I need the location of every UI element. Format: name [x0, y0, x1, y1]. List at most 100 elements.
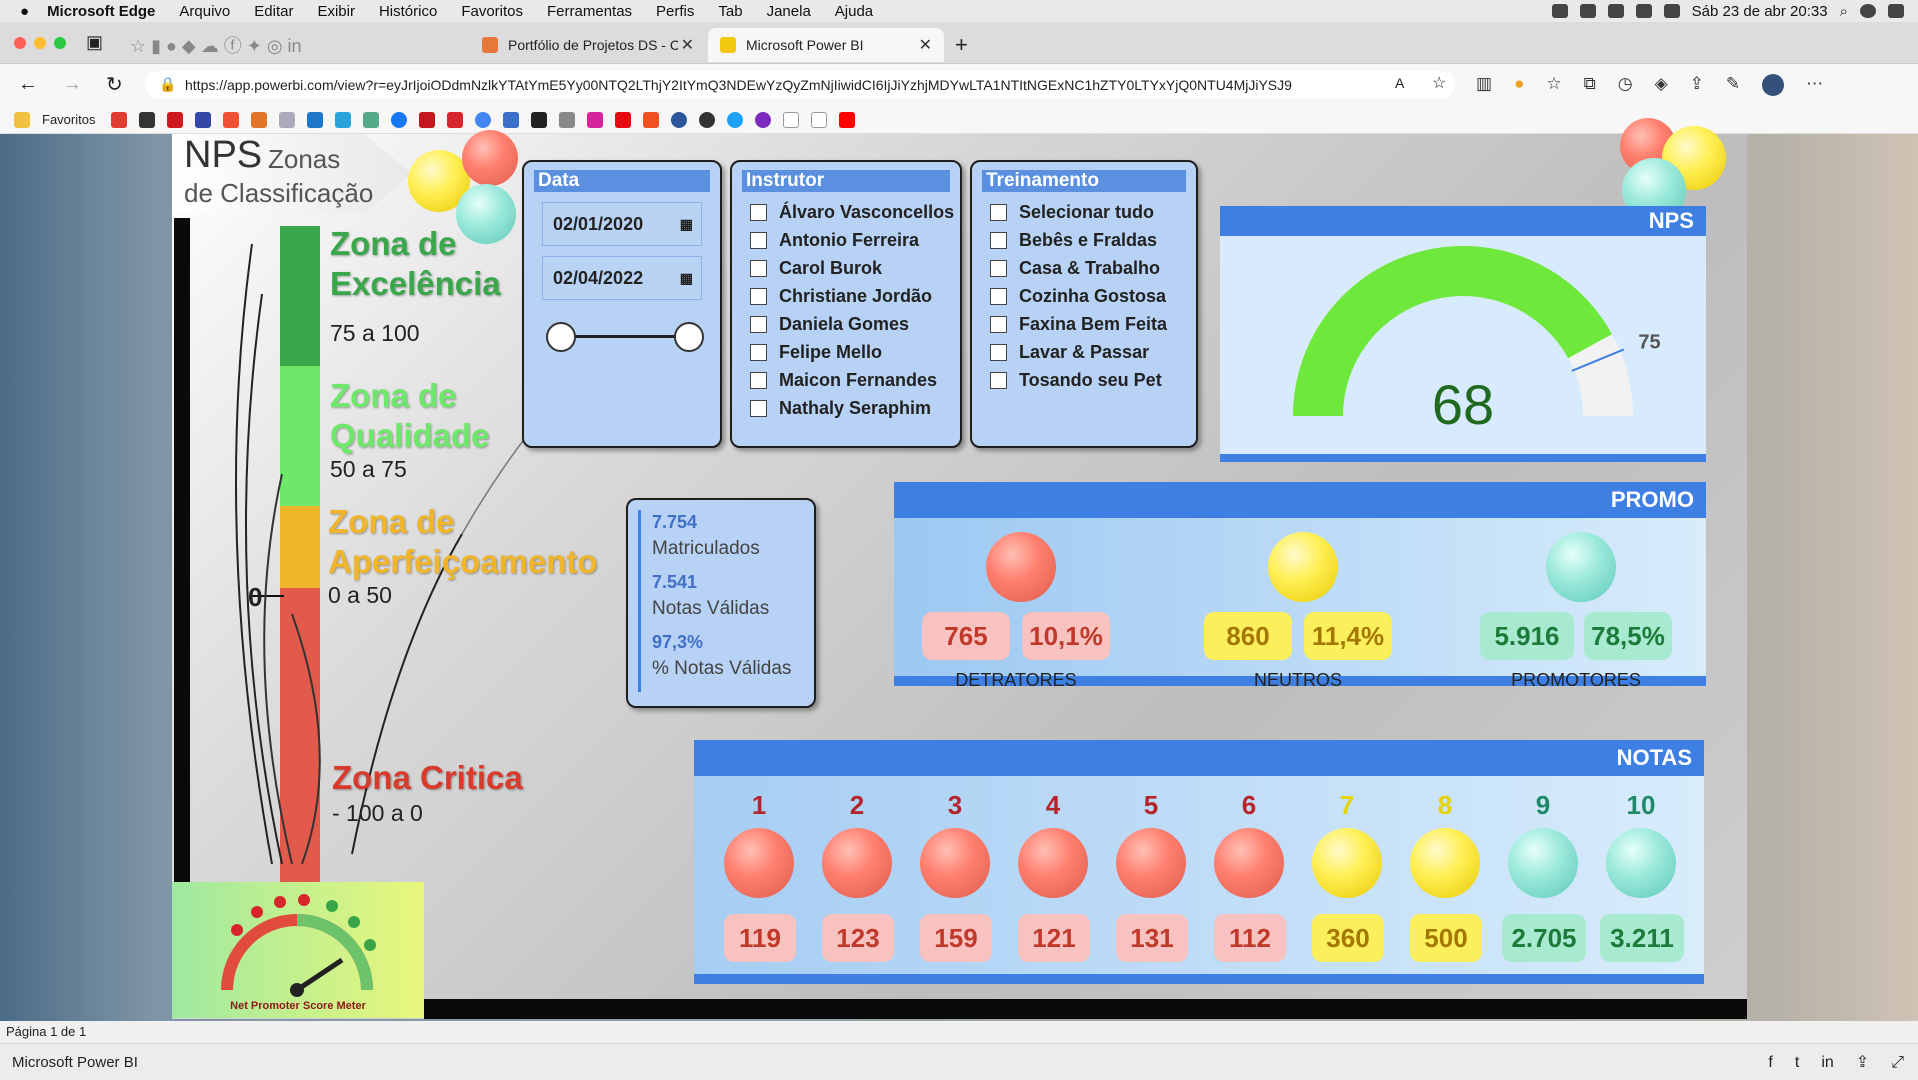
- favorite-link-icon[interactable]: [307, 111, 324, 128]
- instrutor-option[interactable]: Felipe Mello: [732, 338, 960, 366]
- checkbox-icon[interactable]: [750, 287, 767, 305]
- treinamento-option[interactable]: Selecionar tudo: [972, 198, 1196, 226]
- checkbox-icon[interactable]: [990, 231, 1007, 249]
- extension-icon-3[interactable]: ◈: [1655, 74, 1668, 96]
- favorite-link-icon[interactable]: [447, 111, 464, 128]
- wifi-icon[interactable]: [1663, 4, 1680, 18]
- checkbox-icon[interactable]: [990, 315, 1007, 333]
- favorite-link-icon[interactable]: [699, 111, 716, 128]
- twitter-share-icon[interactable]: t: [1795, 1044, 1799, 1080]
- date-slider-start-handle[interactable]: [546, 322, 576, 352]
- instrutor-option[interactable]: Nathaly Seraphim: [732, 394, 960, 422]
- favorite-link-icon[interactable]: [419, 111, 436, 128]
- instrutor-option[interactable]: Christiane Jordão: [732, 282, 960, 310]
- menu-historico[interactable]: Histórico: [379, 3, 437, 20]
- favorite-link-icon[interactable]: [335, 111, 352, 128]
- share-icon[interactable]: ⇪: [1856, 1044, 1869, 1080]
- menu-favoritos[interactable]: Favoritos: [461, 3, 523, 20]
- menu-ferramentas[interactable]: Ferramentas: [547, 3, 632, 20]
- checkbox-icon[interactable]: [750, 371, 767, 389]
- favorites-label[interactable]: Favoritos: [42, 112, 95, 127]
- favorite-link-icon[interactable]: [195, 111, 212, 128]
- apple-icon[interactable]: ●: [20, 3, 29, 20]
- forward-icon[interactable]: →: [62, 73, 82, 96]
- pinned-tab-icons[interactable]: ☆ ▮ ● ◆ ☁ ⓕ ✦ ◎ in: [130, 32, 302, 58]
- menu-tab[interactable]: Tab: [718, 3, 742, 20]
- apple-icon[interactable]: [559, 111, 576, 128]
- more-icon[interactable]: ⋯: [1806, 74, 1823, 96]
- facebook-share-icon[interactable]: f: [1768, 1044, 1772, 1080]
- checkbox-icon[interactable]: [750, 315, 767, 333]
- checkbox-icon[interactable]: [750, 231, 767, 249]
- control-center-icon[interactable]: [1888, 4, 1904, 18]
- favorite-link-icon[interactable]: [279, 111, 296, 128]
- favorite-link-icon[interactable]: [363, 111, 380, 128]
- menu-ajuda[interactable]: Ajuda: [835, 3, 873, 20]
- profile-avatar[interactable]: [1762, 74, 1785, 96]
- extension-icon-2[interactable]: ●: [1514, 74, 1524, 96]
- menu-arquivo[interactable]: Arquivo: [179, 3, 230, 20]
- instrutor-option[interactable]: Maicon Fernandes: [732, 366, 960, 394]
- menu-perfis[interactable]: Perfis: [656, 3, 694, 20]
- checkbox-icon[interactable]: [990, 203, 1007, 221]
- menubar-datetime[interactable]: Sáb 23 de abr 20:33: [1692, 3, 1828, 20]
- favorite-link-icon[interactable]: [755, 111, 772, 128]
- lock-icon[interactable]: 🔒: [159, 76, 176, 93]
- instrutor-option[interactable]: Antonio Ferreira: [732, 226, 960, 254]
- start-date-input[interactable]: 02/01/2020 ▦: [542, 202, 702, 246]
- collections-icon[interactable]: ⧉: [1584, 74, 1596, 96]
- checkbox-icon[interactable]: [990, 371, 1007, 389]
- checkbox-icon[interactable]: [990, 259, 1007, 277]
- instagram-icon[interactable]: [587, 111, 604, 128]
- tab-actions-icon[interactable]: ▣: [86, 32, 103, 53]
- linkedin-share-icon[interactable]: in: [1821, 1044, 1833, 1080]
- siri-icon[interactable]: [1860, 4, 1876, 18]
- extension-icon-4[interactable]: ✎: [1726, 74, 1740, 96]
- close-tab-icon[interactable]: ✕: [919, 35, 932, 55]
- date-slider-track[interactable]: [560, 335, 690, 338]
- facebook-icon[interactable]: [391, 111, 408, 128]
- status-icon-2[interactable]: [1635, 4, 1652, 18]
- instrutor-option[interactable]: Carol Burok: [732, 254, 960, 282]
- history-icon[interactable]: ◷: [1618, 74, 1633, 96]
- wikipedia-icon[interactable]: [811, 111, 828, 128]
- favorite-link-icon[interactable]: [251, 111, 268, 128]
- menu-editar[interactable]: Editar: [254, 3, 293, 20]
- tab-power-bi[interactable]: Microsoft Power BI ✕: [708, 28, 944, 62]
- calendar-icon[interactable]: ▦: [680, 216, 693, 233]
- favorite-link-icon[interactable]: [503, 111, 520, 128]
- calendar-icon[interactable]: [1607, 4, 1624, 18]
- instrutor-option[interactable]: Daniela Gomes: [732, 310, 960, 338]
- app-name[interactable]: Microsoft Edge: [47, 3, 155, 20]
- treinamento-option[interactable]: Cozinha Gostosa: [972, 282, 1196, 310]
- checkbox-icon[interactable]: [990, 287, 1007, 305]
- netflix-icon[interactable]: [615, 111, 632, 128]
- treinamento-option[interactable]: Bebês e Fraldas: [972, 226, 1196, 254]
- new-tab-button[interactable]: +: [955, 32, 968, 58]
- checkbox-icon[interactable]: [750, 259, 767, 277]
- search-icon[interactable]: ⌕: [1840, 3, 1848, 20]
- twitter-icon[interactable]: [727, 111, 744, 128]
- checkbox-icon[interactable]: [990, 343, 1007, 361]
- checkbox-icon[interactable]: [750, 203, 767, 221]
- wikipedia-icon[interactable]: [783, 111, 800, 128]
- checkbox-icon[interactable]: [750, 343, 767, 361]
- maximize-window-button[interactable]: [54, 37, 66, 49]
- date-slider-end-handle[interactable]: [674, 322, 704, 352]
- treinamento-option[interactable]: Faxina Bem Feita: [972, 310, 1196, 338]
- tab-portfolio[interactable]: Portfólio de Projetos DS - Com ✕: [470, 28, 706, 62]
- end-date-input[interactable]: 02/04/2022 ▦: [542, 256, 702, 300]
- calendar-icon[interactable]: ▦: [680, 270, 693, 287]
- favorites-icon[interactable]: ☆: [1546, 74, 1561, 96]
- refresh-icon[interactable]: ↻: [106, 72, 123, 97]
- treinamento-option[interactable]: Lavar & Passar: [972, 338, 1196, 366]
- favorite-link-icon[interactable]: [167, 111, 184, 128]
- checkbox-icon[interactable]: [750, 399, 767, 417]
- close-window-button[interactable]: [14, 37, 26, 49]
- favorite-link-icon[interactable]: [531, 111, 548, 128]
- menu-exibir[interactable]: Exibir: [317, 3, 355, 20]
- favorite-link-icon[interactable]: [111, 111, 128, 128]
- treinamento-option[interactable]: Casa & Trabalho: [972, 254, 1196, 282]
- favorite-link-icon[interactable]: [671, 111, 688, 128]
- status-icon-1[interactable]: [1551, 4, 1568, 18]
